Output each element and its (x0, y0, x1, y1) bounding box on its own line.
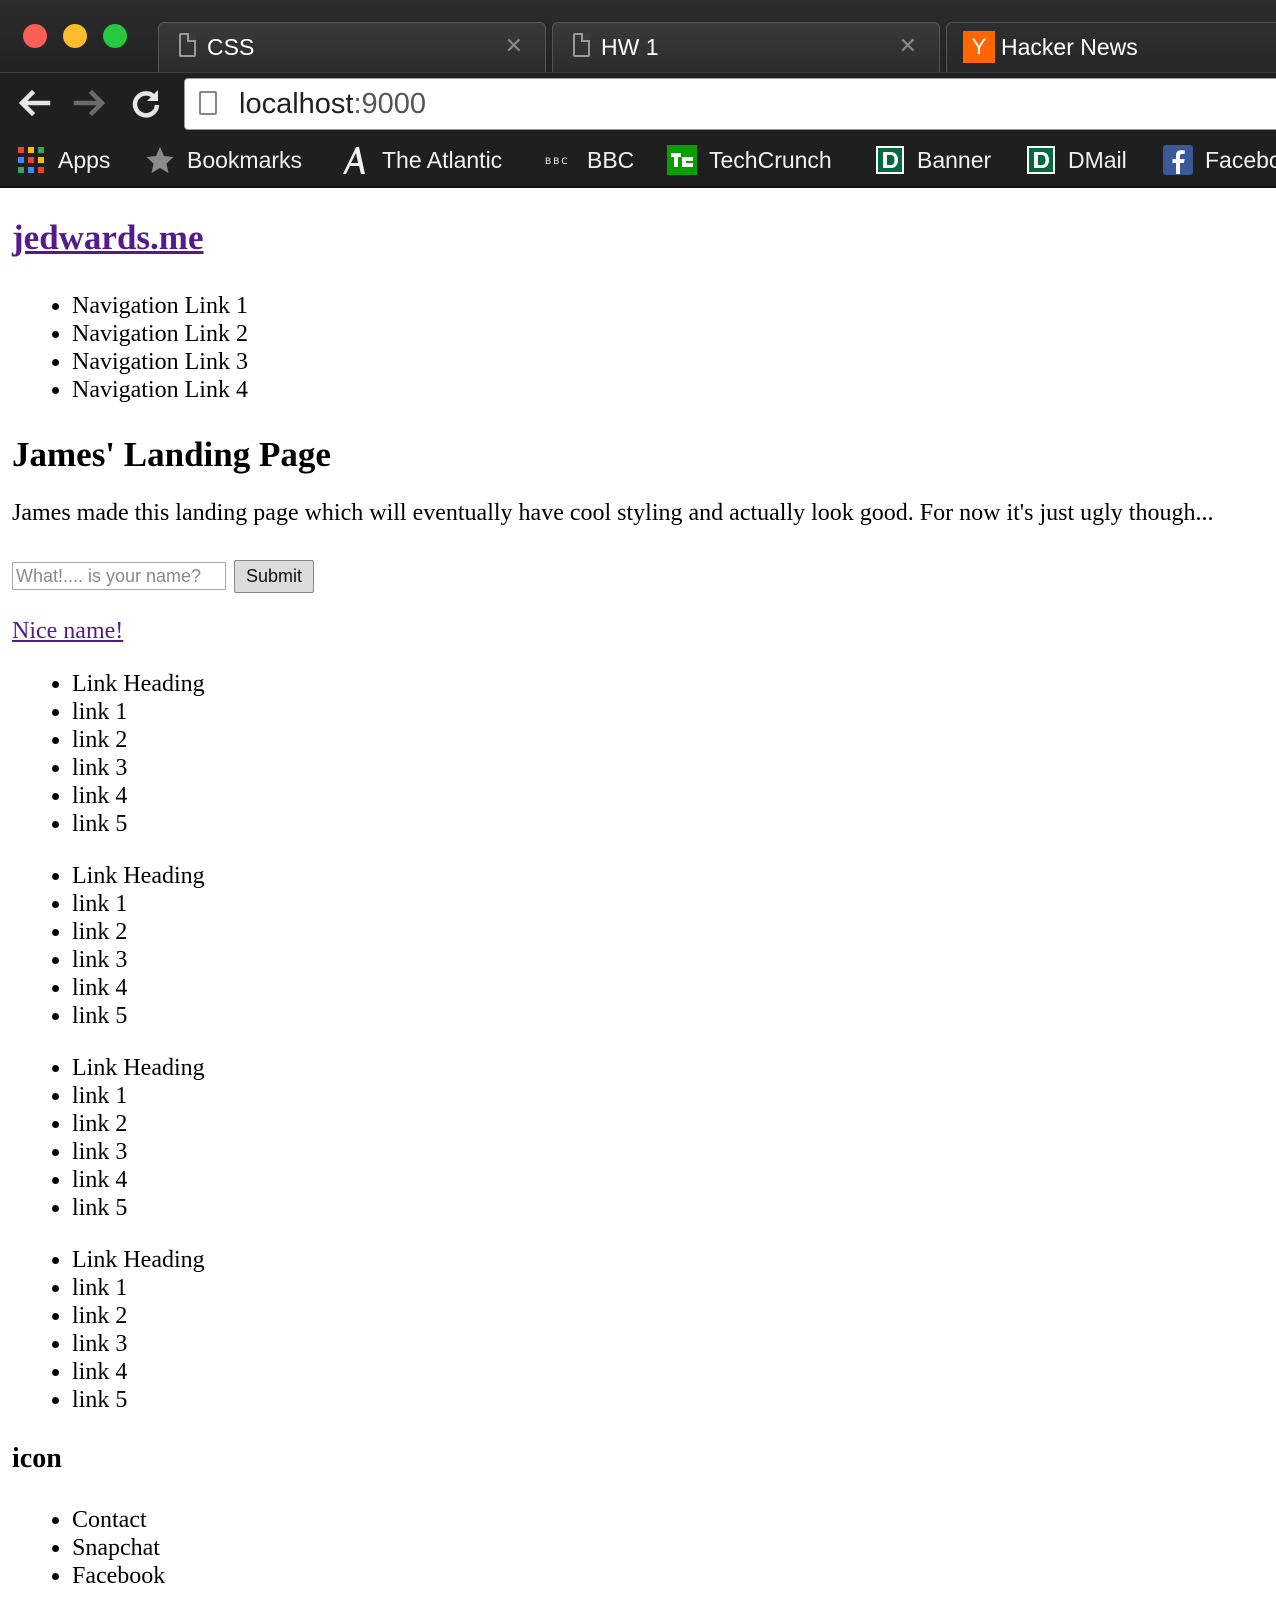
tab-hacker-news[interactable]: Y Hacker News (946, 22, 1276, 73)
bookmark-label: The Atlantic (382, 147, 503, 173)
bookmark-label: DMail (1068, 147, 1127, 173)
nice-name-link[interactable]: Nice name! (12, 618, 123, 645)
bookmark-label: Banner (917, 147, 992, 173)
link-item[interactable]: link 3 (72, 754, 205, 782)
site-title: jedwards.me (12, 218, 204, 258)
link-item[interactable]: link 3 (72, 1138, 205, 1166)
link-item[interactable]: link 3 (72, 946, 205, 974)
dartmouth-icon (876, 146, 904, 174)
footer-links: Contact Snapchat Facebook (0, 1506, 165, 1590)
footer-link-facebook[interactable]: Facebook (72, 1562, 165, 1590)
page-info-icon[interactable] (199, 91, 217, 115)
nav-link[interactable]: Navigation Link 3 (72, 348, 248, 376)
tab-label: Hacker News (1001, 34, 1138, 60)
dartmouth-icon (1027, 146, 1055, 174)
atlantic-icon (343, 147, 365, 174)
link-group: Link Heading link 1 link 2 link 3 link 4… (0, 1054, 205, 1222)
document-icon (179, 33, 196, 57)
url-port: :9000 (353, 88, 427, 120)
icon-heading: icon (12, 1443, 62, 1474)
name-input[interactable] (12, 562, 226, 590)
tab-hw1[interactable]: HW 1 ✕ (552, 22, 940, 73)
link-item[interactable]: link 4 (72, 1358, 205, 1386)
link-item[interactable]: link 5 (72, 1386, 205, 1414)
nav-link[interactable]: Navigation Link 2 (72, 320, 248, 348)
url-text[interactable]: localhost:9000 (239, 88, 426, 121)
forward-arrow-icon (73, 89, 106, 117)
forward-button[interactable] (72, 87, 108, 119)
nav-link[interactable]: Navigation Link 4 (72, 376, 248, 404)
link-item[interactable]: link 1 (72, 890, 205, 918)
footer-link-contact[interactable]: Contact (72, 1506, 165, 1534)
link-item[interactable]: link 5 (72, 1194, 205, 1222)
link-item[interactable]: link 4 (72, 1166, 205, 1194)
tab-strip: CSS ✕ HW 1 ✕ Y Hacker News (0, 0, 1276, 73)
browser-chrome: CSS ✕ HW 1 ✕ Y Hacker News localhost:900… (0, 0, 1276, 188)
link-group: Link Heading link 1 link 2 link 3 link 4… (0, 1246, 205, 1414)
nav-link[interactable]: Navigation Link 1 (72, 292, 248, 320)
close-tab-icon[interactable]: ✕ (505, 35, 523, 57)
address-bar[interactable]: localhost:9000 (184, 78, 1276, 130)
back-button[interactable] (16, 87, 52, 119)
submit-button[interactable]: Submit (234, 560, 314, 593)
link-item[interactable]: link 4 (72, 974, 205, 1002)
nav-list: Navigation Link 1 Navigation Link 2 Navi… (0, 292, 248, 404)
link-heading: Link Heading (72, 670, 205, 698)
svg-text:BBC: BBC (545, 157, 569, 167)
link-item[interactable]: link 2 (72, 918, 205, 946)
link-heading: Link Heading (72, 1054, 205, 1082)
document-icon (573, 33, 590, 57)
link-item[interactable]: link 4 (72, 782, 205, 810)
link-item[interactable]: link 2 (72, 1302, 205, 1330)
link-item[interactable]: link 2 (72, 726, 205, 754)
link-item[interactable]: link 5 (72, 810, 205, 838)
link-group: Link Heading link 1 link 2 link 3 link 4… (0, 862, 205, 1030)
bookmarks-bar: Apps Bookmarks The Atlantic BBC BBC Tech… (0, 134, 1276, 188)
bookmark-label: Bookmarks (187, 147, 303, 173)
minimize-window-button[interactable] (63, 24, 87, 48)
browser-toolbar: localhost:9000 (0, 72, 1276, 133)
back-arrow-icon (18, 89, 51, 117)
link-item[interactable]: link 2 (72, 1110, 205, 1138)
link-group: Link Heading link 1 link 2 link 3 link 4… (0, 670, 205, 838)
close-tab-icon[interactable]: ✕ (899, 35, 917, 57)
link-item[interactable]: link 5 (72, 1002, 205, 1030)
intro-paragraph: James made this landing page which will … (12, 500, 1214, 526)
bookmark-label: Facebo (1205, 147, 1276, 173)
url-host: localhost (239, 88, 354, 120)
reload-icon (132, 90, 160, 118)
link-heading: Link Heading (72, 862, 205, 890)
site-title-link[interactable]: jedwards.me (12, 218, 204, 257)
star-icon (146, 147, 174, 173)
close-window-button[interactable] (23, 24, 47, 48)
link-item[interactable]: link 1 (72, 1082, 205, 1110)
page-content: jedwards.me Navigation Link 1 Navigation… (0, 188, 1276, 1616)
page-heading: James' Landing Page (12, 435, 331, 474)
link-item[interactable]: link 3 (72, 1330, 205, 1358)
bookmark-label: Apps (58, 147, 111, 173)
link-item[interactable]: link 1 (72, 1274, 205, 1302)
bookmark-label: TechCrunch (709, 147, 832, 173)
link-heading: Link Heading (72, 1246, 205, 1274)
apps-grid-icon (18, 147, 44, 173)
techcrunch-icon (667, 145, 697, 175)
tab-css[interactable]: CSS ✕ (158, 22, 546, 73)
reload-button[interactable] (128, 87, 164, 119)
footer-link-snapchat[interactable]: Snapchat (72, 1534, 165, 1562)
bookmark-label: BBC (587, 147, 635, 173)
hacker-news-icon: Y (963, 31, 995, 63)
tab-label: CSS (207, 34, 255, 60)
facebook-icon (1163, 145, 1193, 175)
zoom-window-button[interactable] (103, 24, 127, 48)
link-item[interactable]: link 1 (72, 698, 205, 726)
tab-label: HW 1 (601, 34, 659, 60)
bbc-icon: BBC (545, 157, 569, 167)
